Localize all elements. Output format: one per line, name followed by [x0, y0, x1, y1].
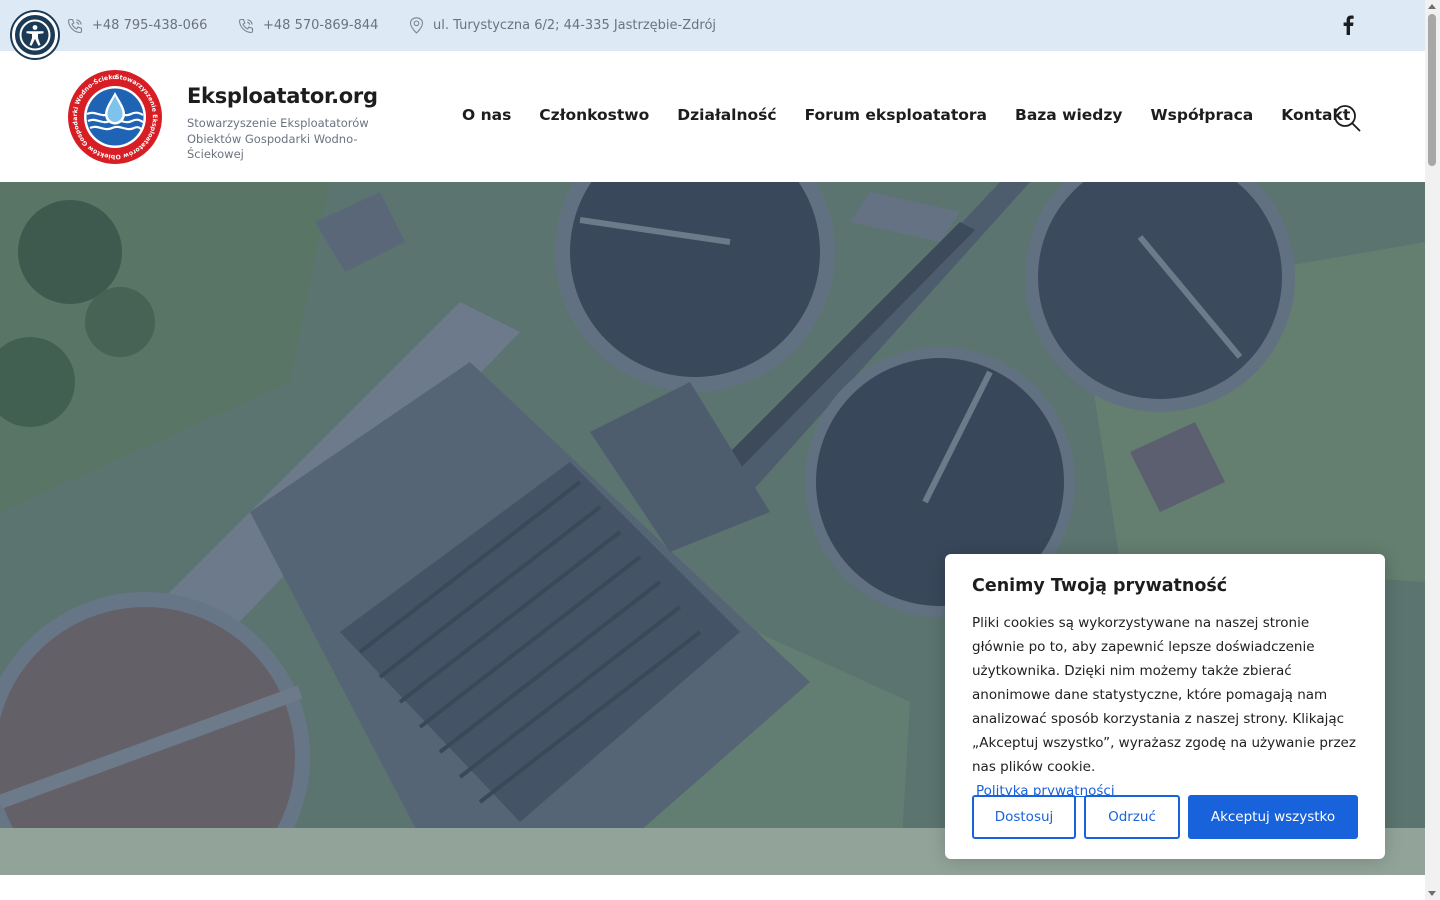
nav-item-baza-wiedzy[interactable]: Baza wiedzy	[1015, 106, 1123, 124]
search-icon[interactable]	[1333, 104, 1361, 132]
accept-all-button[interactable]: Akceptuj wszystko	[1188, 795, 1358, 839]
main-nav: O nas Członkostwo Działalność Forum eksp…	[462, 106, 1350, 124]
phone-1[interactable]: +48 795-438-066	[67, 0, 207, 51]
phone-1-text: +48 795-438-066	[92, 18, 208, 33]
phone-icon	[238, 18, 254, 33]
cookie-consent-dialog: Cenimy Twoją prywatność Pliki cookies są…	[945, 554, 1385, 859]
scrollbar-thumb[interactable]	[1428, 14, 1436, 166]
top-bar: +48 795-438-066 +48 570-869-844 ul. Tury…	[0, 0, 1425, 51]
site-header: Stowarzyszenie Eksploatatorów Obiektów G…	[0, 51, 1425, 182]
phone-2[interactable]: +48 570-869-844	[238, 0, 378, 51]
nav-item-forum-eksploatatora[interactable]: Forum eksploatatora	[805, 106, 987, 124]
cookie-buttons: Dostosuj Odrzuć Akceptuj wszystko	[972, 795, 1358, 839]
nav-item-o-nas[interactable]: O nas	[462, 106, 511, 124]
phone-2-text: +48 570-869-844	[263, 18, 379, 33]
facebook-icon[interactable]	[1341, 15, 1355, 35]
phone-icon	[67, 18, 83, 33]
accessibility-button[interactable]	[12, 12, 58, 58]
address-text: ul. Turystyczna 6/2; 44-335 Jastrzębie-Z…	[433, 18, 717, 33]
reject-button[interactable]: Odrzuć	[1084, 795, 1180, 839]
site-title[interactable]: Eksploatator.org	[187, 84, 378, 108]
nav-item-czlonkostwo[interactable]: Członkostwo	[539, 106, 649, 124]
nav-item-wspolpraca[interactable]: Współpraca	[1151, 106, 1254, 124]
cookie-title: Cenimy Twoją prywatność	[972, 576, 1228, 596]
site-logo[interactable]: Stowarzyszenie Eksploatatorów Obiektów G…	[67, 69, 163, 165]
scroll-down-arrow-icon[interactable]	[1428, 891, 1436, 896]
scroll-up-arrow-icon[interactable]	[1428, 4, 1436, 9]
page-scrollbar[interactable]	[1425, 0, 1440, 900]
nav-item-dzialalnosc[interactable]: Działalność	[677, 106, 776, 124]
customize-button[interactable]: Dostosuj	[972, 795, 1076, 839]
location-pin-icon	[409, 17, 424, 34]
address: ul. Turystyczna 6/2; 44-335 Jastrzębie-Z…	[409, 0, 716, 51]
cookie-text: Pliki cookies są wykorzystywane na nasze…	[972, 615, 1356, 775]
accessibility-icon	[19, 19, 51, 51]
site-subtitle: Stowarzyszenie Eksploatatorów Obiektów G…	[187, 116, 369, 161]
